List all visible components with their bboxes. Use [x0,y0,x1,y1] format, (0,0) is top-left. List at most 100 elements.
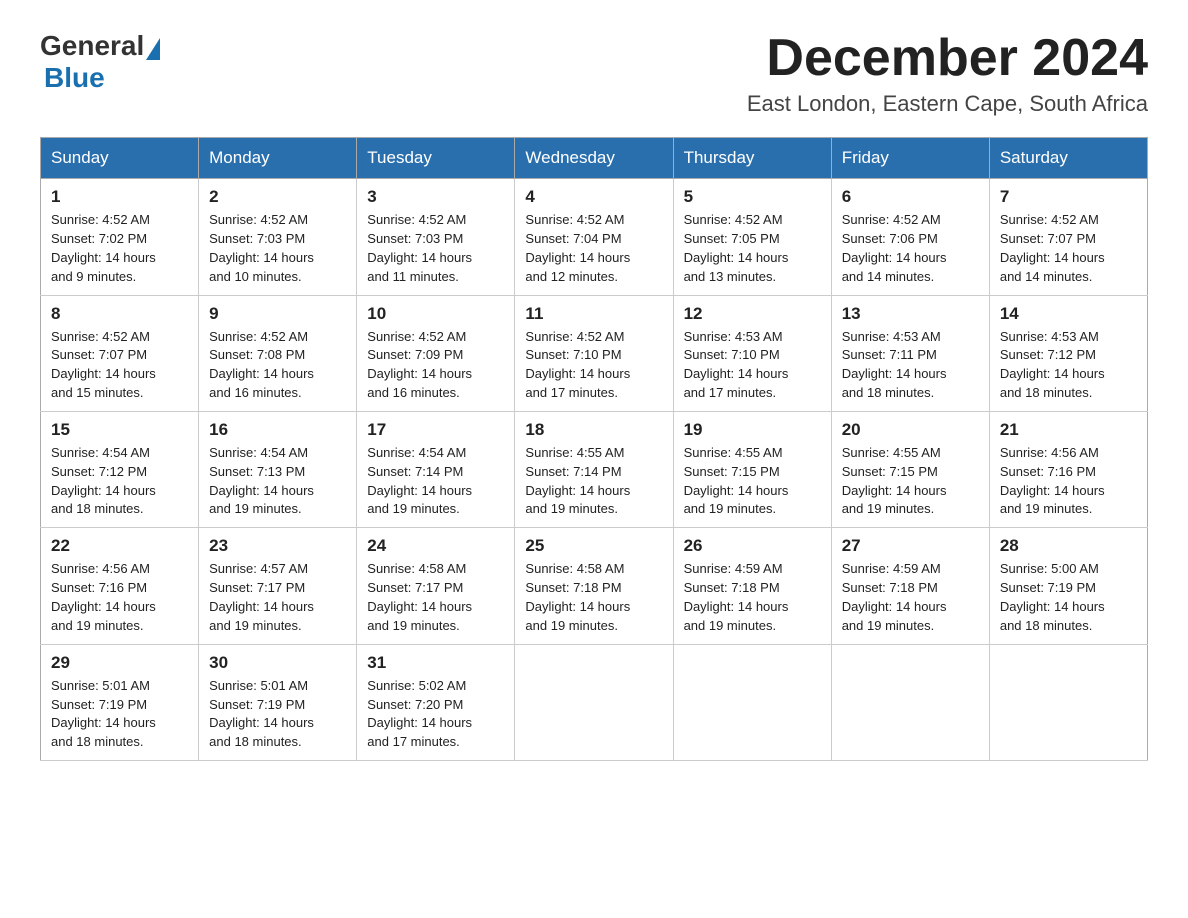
day-number: 12 [684,304,821,324]
day-number: 17 [367,420,504,440]
calendar-cell: 16Sunrise: 4:54 AMSunset: 7:13 PMDayligh… [199,411,357,527]
calendar-cell: 1Sunrise: 4:52 AMSunset: 7:02 PMDaylight… [41,179,199,295]
day-info: Sunrise: 4:55 AMSunset: 7:15 PMDaylight:… [842,444,979,519]
calendar-cell: 5 Sunrise: 4:52 AMSunset: 7:05 PMDaylight… [673,179,831,295]
day-info: Sunrise: 4:55 AMSunset: 7:14 PMDaylight:… [525,444,662,519]
day-info: Sunrise: 4:52 AMSunset: 7:10 PMDaylight:… [525,328,662,403]
weekday-header-tuesday: Tuesday [357,138,515,179]
day-number: 14 [1000,304,1137,324]
calendar-cell: 2 Sunrise: 4:52 AMSunset: 7:03 PMDaylight… [199,179,357,295]
day-info: Sunrise: 4:53 AMSunset: 7:10 PMDaylight:… [684,328,821,403]
calendar-cell: 20 Sunrise: 4:55 AMSunset: 7:15 PMDayligh… [831,411,989,527]
day-number: 15 [51,420,188,440]
day-number: 13 [842,304,979,324]
day-number: 20 [842,420,979,440]
calendar-table: SundayMondayTuesdayWednesdayThursdayFrid… [40,137,1148,761]
day-info: Sunrise: 4:52 AMSunset: 7:07 PMDaylight:… [51,328,188,403]
week-row-3: 15 Sunrise: 4:54 AMSunset: 7:12 PMDayligh… [41,411,1148,527]
calendar-cell: 26 Sunrise: 4:59 AMSunset: 7:18 PMDayligh… [673,528,831,644]
day-number: 4 [525,187,662,207]
calendar-cell: 31 Sunrise: 5:02 AMSunset: 7:20 PMDayligh… [357,644,515,760]
week-row-4: 22 Sunrise: 4:56 AMSunset: 7:16 PMDayligh… [41,528,1148,644]
day-number: 26 [684,536,821,556]
day-info: Sunrise: 4:58 AMSunset: 7:18 PMDaylight:… [525,560,662,635]
week-row-1: 1Sunrise: 4:52 AMSunset: 7:02 PMDaylight… [41,179,1148,295]
calendar-cell: 25 Sunrise: 4:58 AMSunset: 7:18 PMDayligh… [515,528,673,644]
day-number: 19 [684,420,821,440]
week-row-5: 29Sunrise: 5:01 AMSunset: 7:19 PMDayligh… [41,644,1148,760]
calendar-cell: 11 Sunrise: 4:52 AMSunset: 7:10 PMDayligh… [515,295,673,411]
logo: General Blue [40,30,160,94]
day-number: 2 [209,187,346,207]
calendar-cell: 6Sunrise: 4:52 AMSunset: 7:06 PMDaylight… [831,179,989,295]
week-row-2: 8 Sunrise: 4:52 AMSunset: 7:07 PMDaylight… [41,295,1148,411]
day-info: Sunrise: 4:54 AMSunset: 7:14 PMDaylight:… [367,444,504,519]
day-info: Sunrise: 4:52 AMSunset: 7:02 PMDaylight:… [51,211,188,286]
day-info: Sunrise: 5:02 AMSunset: 7:20 PMDaylight:… [367,677,504,752]
day-number: 8 [51,304,188,324]
weekday-header-monday: Monday [199,138,357,179]
day-info: Sunrise: 4:56 AMSunset: 7:16 PMDaylight:… [1000,444,1137,519]
day-number: 7 [1000,187,1137,207]
weekday-header-thursday: Thursday [673,138,831,179]
calendar-cell [673,644,831,760]
title-area: December 2024 East London, Eastern Cape,… [747,30,1148,117]
day-number: 31 [367,653,504,673]
header: General Blue December 2024 East London, … [40,30,1148,117]
weekday-header-sunday: Sunday [41,138,199,179]
day-number: 22 [51,536,188,556]
day-info: Sunrise: 5:00 AMSunset: 7:19 PMDaylight:… [1000,560,1137,635]
day-info: Sunrise: 4:58 AMSunset: 7:17 PMDaylight:… [367,560,504,635]
day-number: 24 [367,536,504,556]
day-info: Sunrise: 4:52 AMSunset: 7:03 PMDaylight:… [209,211,346,286]
weekday-header-row: SundayMondayTuesdayWednesdayThursdayFrid… [41,138,1148,179]
logo-blue: Blue [40,62,160,94]
calendar-cell: 10Sunrise: 4:52 AMSunset: 7:09 PMDayligh… [357,295,515,411]
day-info: Sunrise: 4:55 AMSunset: 7:15 PMDaylight:… [684,444,821,519]
day-info: Sunrise: 4:54 AMSunset: 7:12 PMDaylight:… [51,444,188,519]
day-number: 25 [525,536,662,556]
logo-triangle-icon [146,38,160,60]
calendar-cell: 15 Sunrise: 4:54 AMSunset: 7:12 PMDayligh… [41,411,199,527]
day-number: 3 [367,187,504,207]
day-info: Sunrise: 4:56 AMSunset: 7:16 PMDaylight:… [51,560,188,635]
calendar-cell: 23 Sunrise: 4:57 AMSunset: 7:17 PMDayligh… [199,528,357,644]
calendar-cell [515,644,673,760]
day-number: 6 [842,187,979,207]
logo-general: General [40,30,144,62]
day-number: 28 [1000,536,1137,556]
location-title: East London, Eastern Cape, South Africa [747,91,1148,117]
day-number: 9 [209,304,346,324]
calendar-cell [989,644,1147,760]
day-info: Sunrise: 4:52 AMSunset: 7:04 PMDaylight:… [525,211,662,286]
day-info: Sunrise: 4:53 AMSunset: 7:12 PMDaylight:… [1000,328,1137,403]
calendar-cell: 28 Sunrise: 5:00 AMSunset: 7:19 PMDayligh… [989,528,1147,644]
day-number: 30 [209,653,346,673]
calendar-cell: 9 Sunrise: 4:52 AMSunset: 7:08 PMDaylight… [199,295,357,411]
calendar-cell: 4 Sunrise: 4:52 AMSunset: 7:04 PMDaylight… [515,179,673,295]
day-info: Sunrise: 4:52 AMSunset: 7:05 PMDaylight:… [684,211,821,286]
day-info: Sunrise: 4:59 AMSunset: 7:18 PMDaylight:… [684,560,821,635]
calendar-cell: 3 Sunrise: 4:52 AMSunset: 7:03 PMDaylight… [357,179,515,295]
day-info: Sunrise: 4:52 AMSunset: 7:09 PMDaylight:… [367,328,504,403]
weekday-header-saturday: Saturday [989,138,1147,179]
calendar-cell: 13 Sunrise: 4:53 AMSunset: 7:11 PMDayligh… [831,295,989,411]
calendar-cell: 21Sunrise: 4:56 AMSunset: 7:16 PMDayligh… [989,411,1147,527]
day-number: 18 [525,420,662,440]
weekday-header-wednesday: Wednesday [515,138,673,179]
calendar-cell: 27 Sunrise: 4:59 AMSunset: 7:18 PMDayligh… [831,528,989,644]
day-number: 11 [525,304,662,324]
day-number: 5 [684,187,821,207]
day-info: Sunrise: 4:57 AMSunset: 7:17 PMDaylight:… [209,560,346,635]
calendar-cell: 14 Sunrise: 4:53 AMSunset: 7:12 PMDayligh… [989,295,1147,411]
day-number: 27 [842,536,979,556]
day-number: 23 [209,536,346,556]
calendar-cell: 24 Sunrise: 4:58 AMSunset: 7:17 PMDayligh… [357,528,515,644]
day-info: Sunrise: 4:53 AMSunset: 7:11 PMDaylight:… [842,328,979,403]
day-info: Sunrise: 4:52 AMSunset: 7:08 PMDaylight:… [209,328,346,403]
calendar-cell: 30Sunrise: 5:01 AMSunset: 7:19 PMDayligh… [199,644,357,760]
day-info: Sunrise: 4:59 AMSunset: 7:18 PMDaylight:… [842,560,979,635]
day-number: 29 [51,653,188,673]
calendar-cell: 12 Sunrise: 4:53 AMSunset: 7:10 PMDayligh… [673,295,831,411]
day-info: Sunrise: 4:52 AMSunset: 7:03 PMDaylight:… [367,211,504,286]
